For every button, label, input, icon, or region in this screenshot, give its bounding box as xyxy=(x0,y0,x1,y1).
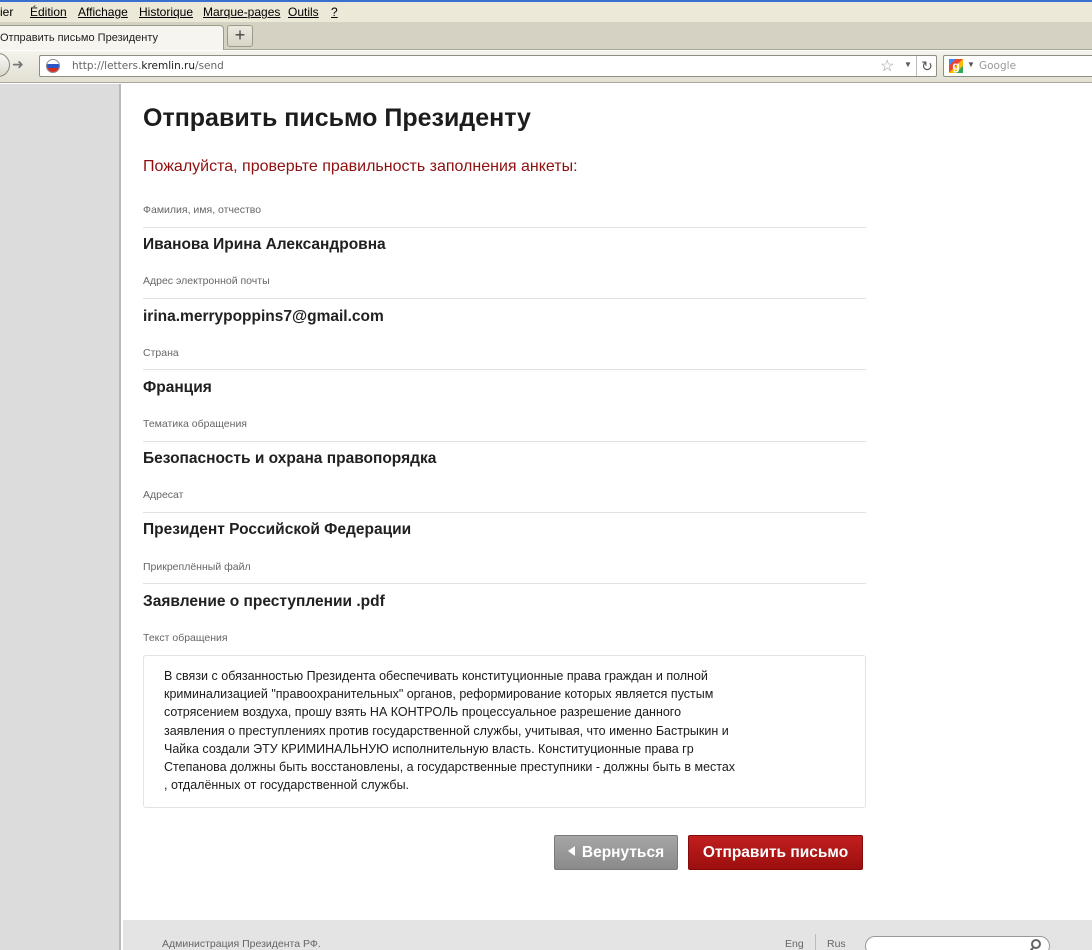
field-label-topic: Тематика обращения xyxy=(143,418,247,430)
navigation-toolbar: ➜ http://letters.kremlin.ru/send ☆ ▼ ↻ g… xyxy=(0,51,1092,83)
menu-outils[interactable]: Outils xyxy=(288,5,319,19)
field-label-country: Страна xyxy=(143,347,179,359)
new-tab-button[interactable]: + xyxy=(227,25,253,47)
tab-title: Отправить письмо Президенту xyxy=(0,32,159,44)
reload-icon[interactable]: ↻ xyxy=(916,56,937,76)
menu-historique[interactable]: Historique xyxy=(139,5,193,19)
forward-arrow-icon[interactable]: ➜ xyxy=(12,56,24,73)
field-value-attachment: Заявление о преступлении .pdf xyxy=(143,593,385,610)
menu-outils-label: Outils xyxy=(288,5,319,19)
field-value-country: Франция xyxy=(143,379,212,396)
field-label-addressee: Адресат xyxy=(143,489,184,501)
back-button-label: Вернуться xyxy=(581,844,665,861)
divider xyxy=(143,227,866,228)
main-content: Отправить письмо Президенту Пожалуйста, … xyxy=(123,84,1092,920)
field-value-fullname: Иванова Ирина Александровна xyxy=(143,236,386,253)
url-prefix: http://letters. xyxy=(72,60,142,72)
search-placeholder: Google xyxy=(979,60,1017,72)
divider xyxy=(815,934,816,950)
menu-fichier[interactable]: ier xyxy=(0,5,13,19)
field-value-addressee: Президент Российской Федерации xyxy=(143,521,412,538)
menu-historique-label: Historique xyxy=(139,5,194,19)
divider xyxy=(143,298,866,299)
menu-marque-pages[interactable]: Marque-pages xyxy=(203,5,280,19)
message-box: В связи с обязанностью Президента обеспе… xyxy=(143,655,866,808)
check-notice: Пожалуйста, проверьте правильность запол… xyxy=(143,158,578,175)
footer: Администрация Президента РФ. Eng Rus xyxy=(123,920,1092,950)
field-label-fullname: Фамилия, имя, отчество xyxy=(143,204,262,216)
menu-edition[interactable]: Édition xyxy=(30,5,67,19)
send-letter-button[interactable]: Отправить письмо xyxy=(688,835,863,870)
url-domain: kremlin.ru xyxy=(141,60,196,72)
site-flag-icon xyxy=(46,59,60,73)
footer-admin-link[interactable]: Администрация Президента РФ. xyxy=(162,938,321,950)
address-bar[interactable]: http://letters.kremlin.ru/send ☆ ▼ ↻ xyxy=(39,55,937,77)
menu-affichage-label: Affichage xyxy=(78,5,128,19)
page-title: Отправить письмо Президенту xyxy=(143,104,531,132)
history-dropdown-icon[interactable]: ▼ xyxy=(904,60,912,69)
google-icon[interactable]: g xyxy=(949,59,963,73)
divider xyxy=(143,512,866,513)
url-path: /send xyxy=(195,60,224,72)
url-text: http://letters.kremlin.ru/send xyxy=(72,60,224,72)
field-label-attachment: Прикреплённый файл xyxy=(143,561,251,573)
menu-edition-label: Édition xyxy=(30,5,67,19)
tab-active[interactable]: Отправить письмо Президенту xyxy=(0,25,224,50)
back-triangle-icon xyxy=(567,846,575,856)
back-arrow-icon[interactable] xyxy=(0,53,10,77)
left-rail xyxy=(0,84,121,950)
divider xyxy=(143,441,866,442)
menu-affichage[interactable]: Affichage xyxy=(78,5,128,19)
menu-marque-pages-label: Marque-pages xyxy=(203,5,281,19)
search-icon[interactable] xyxy=(1031,939,1041,949)
lang-rus-link[interactable]: Rus xyxy=(827,938,846,950)
lang-eng-link[interactable]: Eng xyxy=(785,938,804,950)
divider xyxy=(143,369,866,370)
search-bar[interactable]: g ▼ Google xyxy=(943,55,1092,77)
field-label-email: Адрес электронной почты xyxy=(143,275,270,287)
field-value-topic: Безопасность и охрана правопорядка xyxy=(143,450,437,467)
menu-help[interactable]: ? xyxy=(331,5,338,19)
message-text: В связи с обязанностью Президента обеспе… xyxy=(164,669,736,793)
divider xyxy=(143,583,866,584)
menu-help-label: ? xyxy=(331,5,338,19)
tab-strip: Отправить письмо Президенту xyxy=(0,22,1092,50)
bookmark-star-icon[interactable]: ☆ xyxy=(880,56,894,76)
back-button[interactable]: Вернуться xyxy=(554,835,678,870)
menu-bar: ier Édition Affichage Historique Marque-… xyxy=(0,2,1092,22)
search-engine-dropdown-icon[interactable]: ▼ xyxy=(967,60,975,69)
footer-search-input[interactable] xyxy=(865,936,1050,950)
field-label-message: Текст обращения xyxy=(143,632,228,644)
field-value-email: irina.merrypoppins7@gmail.com xyxy=(143,308,384,325)
